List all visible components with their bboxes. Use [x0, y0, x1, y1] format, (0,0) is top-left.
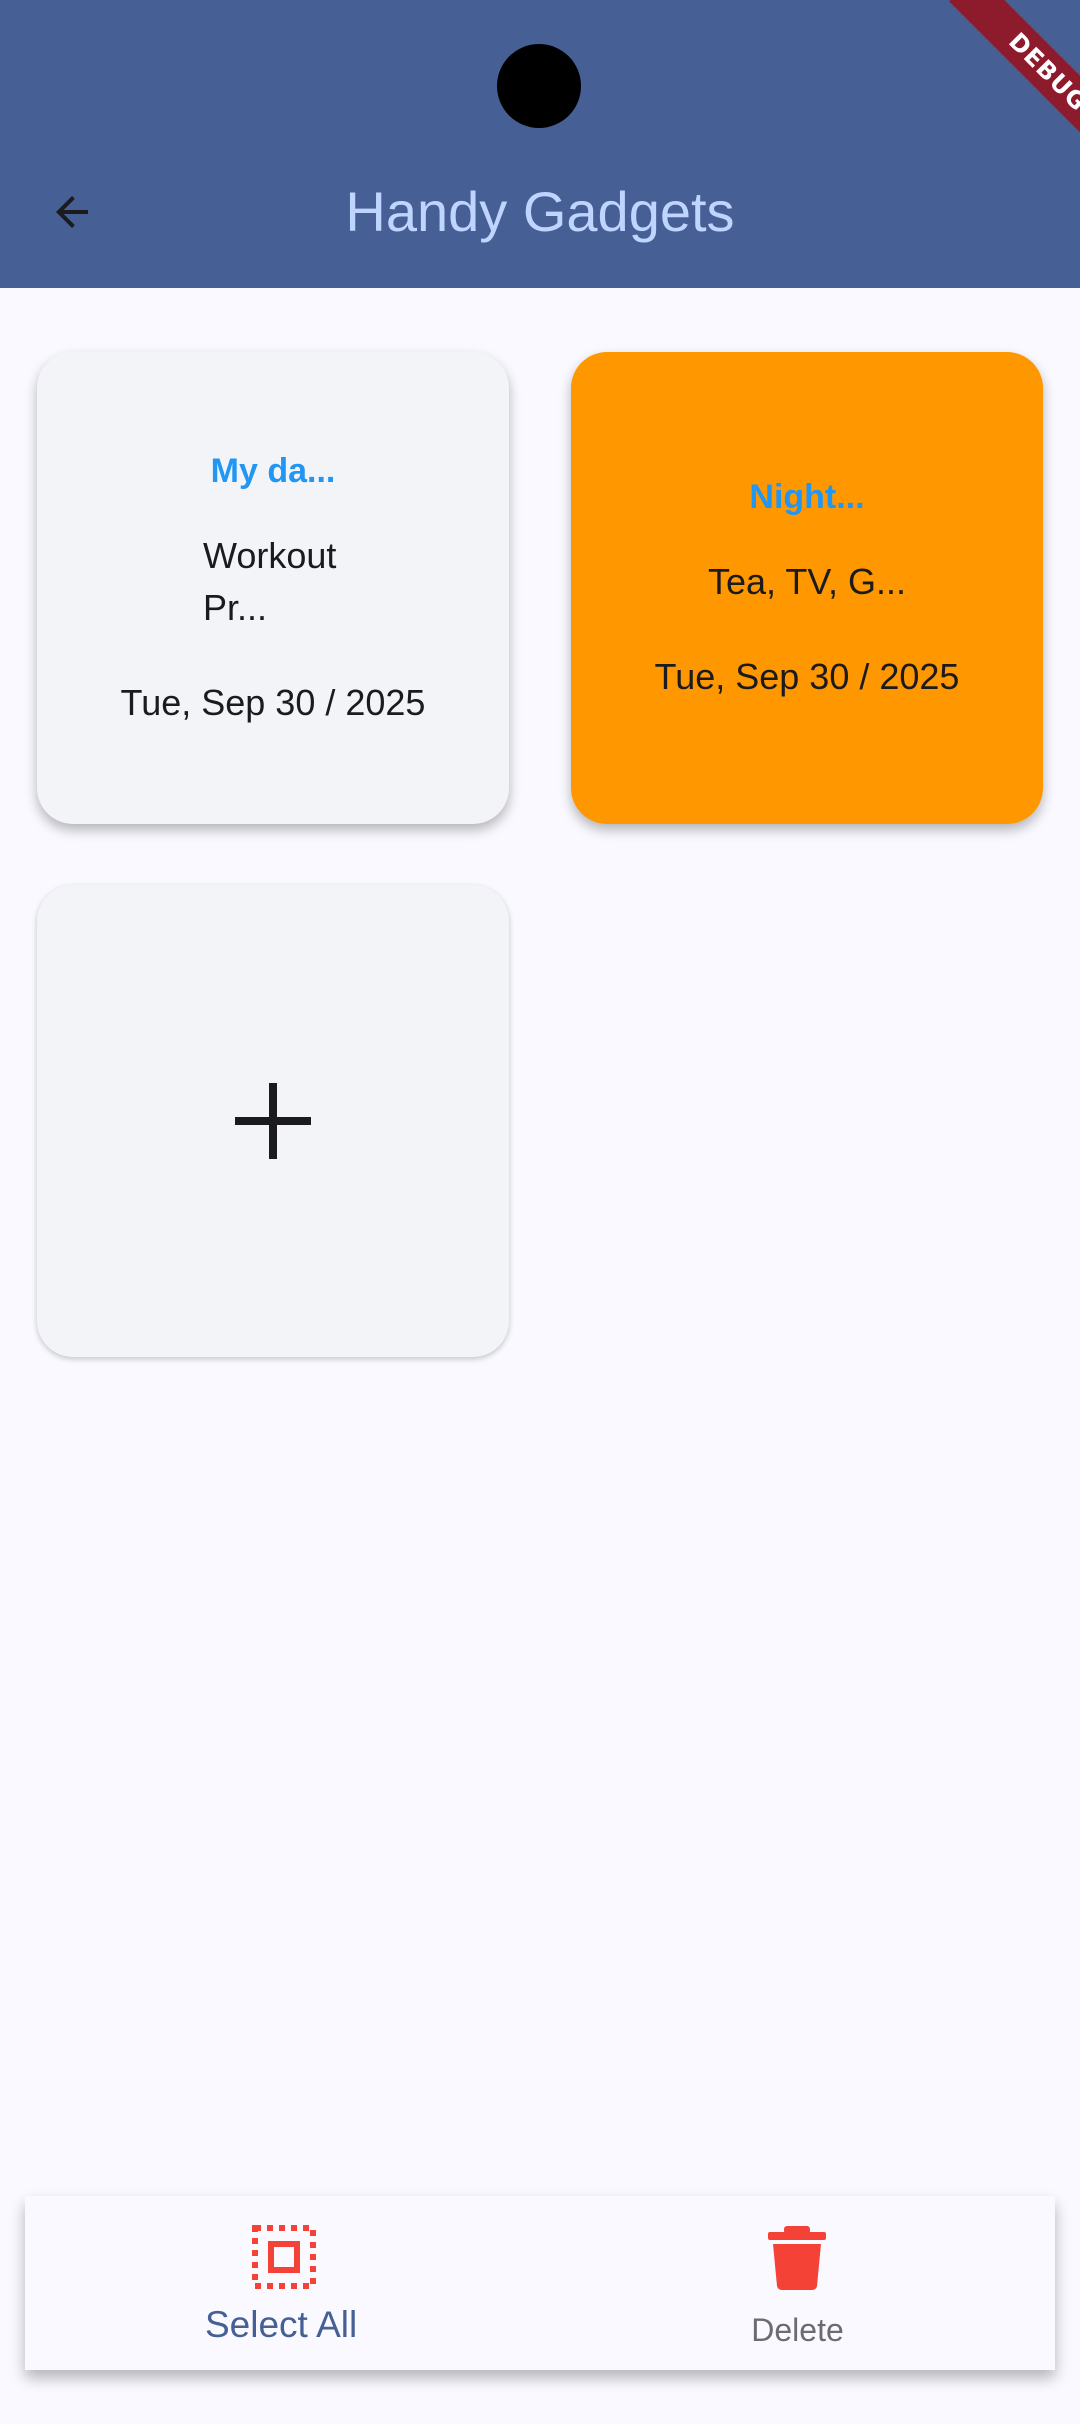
delete-label: Delete [751, 2312, 844, 2348]
note-card-body-line: Workout [203, 535, 337, 576]
note-card-body: Workout Pr... [203, 530, 403, 634]
select-all-button[interactable]: Select All [25, 2196, 540, 2370]
page-title: Handy Gadgets [345, 180, 735, 243]
note-card-title: My da... [210, 452, 336, 490]
note-card-date: Tue, Sep 30 / 2025 [120, 682, 426, 723]
note-card-body: Tea, TV, G... [707, 561, 907, 602]
plus-icon [235, 1083, 311, 1159]
add-note-button[interactable] [37, 885, 509, 1357]
trash-icon [768, 2226, 826, 2290]
camera-cutout [497, 44, 581, 128]
select-all-label: Select All [205, 2304, 358, 2345]
delete-button[interactable]: Delete [540, 2196, 1055, 2370]
select-all-icon [252, 2225, 316, 2289]
note-card-body-line: Pr... [203, 587, 268, 628]
note-card-title: Night... [749, 478, 865, 516]
note-card[interactable]: My da... Workout Pr... Tue, Sep 30 / 202… [37, 352, 509, 824]
bottom-action-bar: Select All Delete [25, 2196, 1055, 2370]
note-card[interactable]: Night... Tea, TV, G... Tue, Sep 30 / 202… [571, 352, 1043, 824]
note-card-date: Tue, Sep 30 / 2025 [654, 656, 960, 697]
app-bar: Handy Gadgets [0, 0, 1080, 288]
